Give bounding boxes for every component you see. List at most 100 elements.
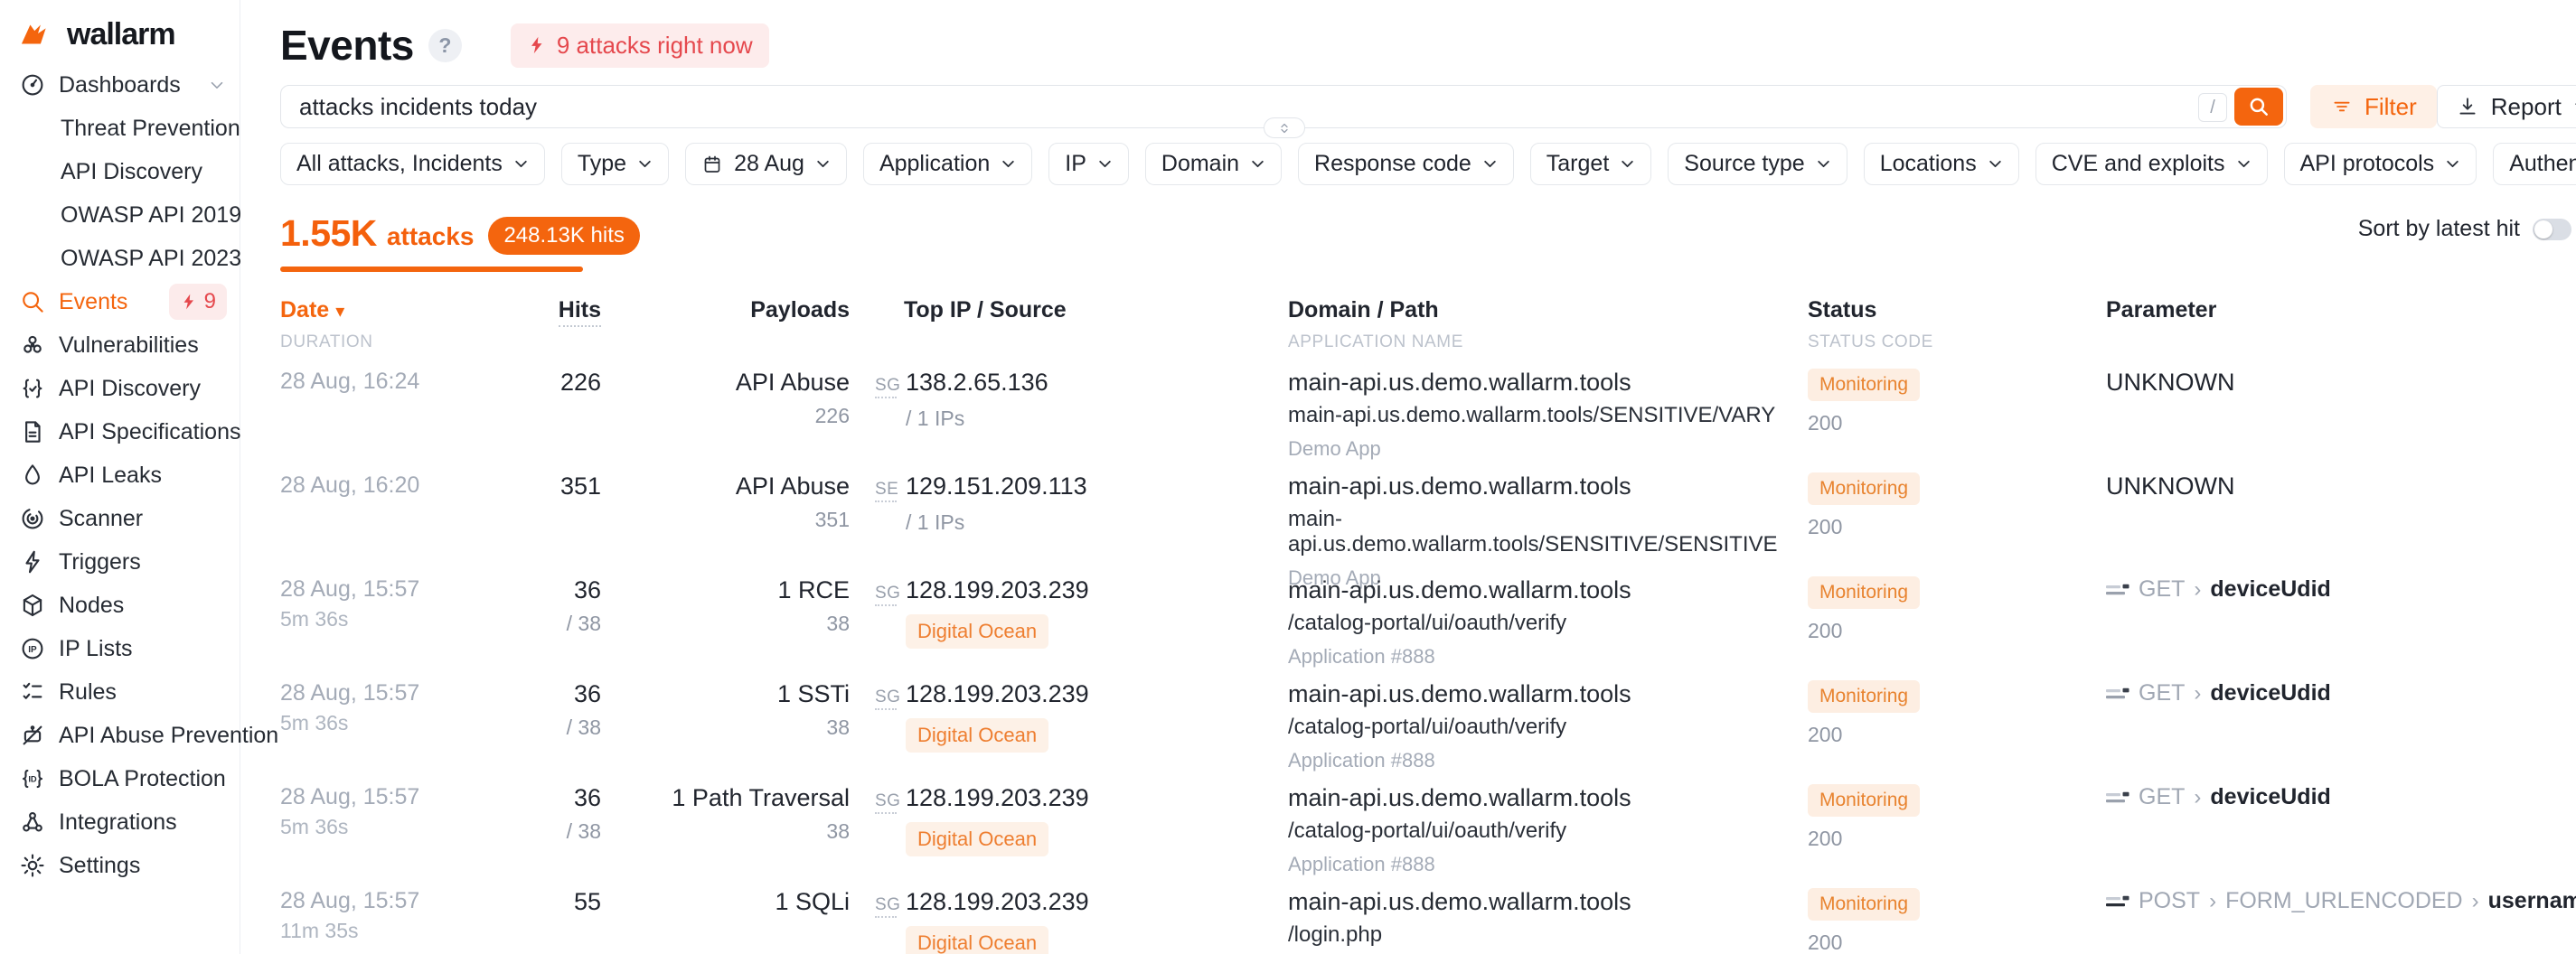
payload-count: 38 xyxy=(601,819,850,844)
payload-type: 1 Path Traversal xyxy=(601,784,850,811)
event-path: main-api.us.demo.wallarm.tools/SENSITIVE… xyxy=(1288,507,1808,557)
parameter-name: deviceUdid xyxy=(2210,680,2330,706)
sidebar: wallarm Dashboards Threat Prevention API… xyxy=(0,0,240,954)
checklist-icon xyxy=(18,678,47,706)
sidebar-item-integrations[interactable]: Integrations xyxy=(0,800,240,844)
filter-chip-response-code[interactable]: Response code xyxy=(1298,143,1514,185)
filter-chip-authentication[interactable]: Authentication xyxy=(2493,143,2576,185)
nodes-share-icon xyxy=(18,809,47,836)
biohazard-icon xyxy=(18,332,47,359)
payload-count: 226 xyxy=(601,404,850,428)
filter-chip-application[interactable]: Application xyxy=(863,143,1032,185)
report-button[interactable]: Report xyxy=(2437,85,2576,128)
sidebar-item-nodes[interactable]: Nodes xyxy=(0,584,240,627)
table-row[interactable]: 28 Aug, 15:57 5m 36s 36 / 38 1 SSTi 38 S… xyxy=(280,669,2571,773)
sidebar-item-bola-protection[interactable]: ID BOLA Protection xyxy=(0,757,240,800)
main-content: Events ? 9 attacks right now / Filter xyxy=(240,0,2576,954)
sort-by-latest-hit-toggle[interactable] xyxy=(2533,219,2571,240)
braces-check-icon xyxy=(18,375,47,402)
sidebar-item-scanner[interactable]: Scanner xyxy=(0,497,240,540)
attacks-tab[interactable]: 1.55K attacks 248.13K hits xyxy=(280,212,640,272)
filter-chip-date[interactable]: 28 Aug xyxy=(685,143,847,185)
filter-chip-domain[interactable]: Domain xyxy=(1145,143,1282,185)
ip-count-note: / 1 IPs xyxy=(906,407,1288,431)
payload-type: 1 SSTi xyxy=(601,680,850,707)
sidebar-item-threat-prevention[interactable]: Threat Prevention xyxy=(0,107,240,150)
table-row[interactable]: 28 Aug, 16:24 226 API Abuse 226 SG 138.2… xyxy=(280,358,2571,462)
filter-chip-locations[interactable]: Locations xyxy=(1864,143,2019,185)
lightning-icon xyxy=(527,34,547,56)
chevron-down-icon xyxy=(1097,156,1113,172)
status-badge: Monitoring xyxy=(1808,472,1920,505)
filter-chip-type[interactable]: Type xyxy=(561,143,669,185)
source-organization-tag: Digital Ocean xyxy=(906,926,1048,954)
sidebar-item-api-abuse-prevention[interactable]: API Abuse Prevention xyxy=(0,714,240,757)
source-ip: 128.199.203.239 xyxy=(906,576,1089,603)
hits-count: 226 xyxy=(506,369,601,396)
search-collapse-handle[interactable] xyxy=(1264,117,1305,138)
filter-button[interactable]: Filter xyxy=(2310,85,2437,128)
sidebar-item-owasp-api-2019[interactable]: OWASP API 2019 xyxy=(0,193,240,237)
sidebar-item-rules[interactable]: Rules xyxy=(0,670,240,714)
sidebar-item-owasp-api-2023[interactable]: OWASP API 2023 xyxy=(0,237,240,280)
event-duration: 11m 35s xyxy=(280,919,506,943)
active-tab-indicator xyxy=(280,267,583,272)
parameter-chain: GET deviceUdid xyxy=(2106,576,2571,603)
table-row[interactable]: 28 Aug, 15:57 5m 36s 36 / 38 1 RCE 38 SG… xyxy=(280,566,2571,669)
filter-chip-ip[interactable]: IP xyxy=(1048,143,1129,185)
event-domain: main-api.us.demo.wallarm.tools xyxy=(1288,472,1808,500)
event-date: 28 Aug, 16:24 xyxy=(280,369,506,395)
sidebar-item-api-discovery-dashboard[interactable]: API Discovery xyxy=(0,150,240,193)
cube-icon xyxy=(18,592,47,619)
sidebar-item-settings[interactable]: Settings xyxy=(0,844,240,887)
http-method: GET xyxy=(2139,784,2185,810)
source-ip: 138.2.65.136 xyxy=(906,369,1048,396)
sidebar-item-api-leaks[interactable]: API Leaks xyxy=(0,454,240,497)
chevron-down-icon xyxy=(1620,156,1635,172)
hits-count-badge: 248.13K hits xyxy=(488,217,639,255)
sidebar-item-events[interactable]: Events 9 xyxy=(0,280,240,323)
source-organization-tag: Digital Ocean xyxy=(906,822,1048,856)
payload-count: 351 xyxy=(601,508,850,532)
table-row[interactable]: 28 Aug, 15:57 11m 35s 55 1 SQLi SG 128.1… xyxy=(280,877,2571,954)
table-row[interactable]: 28 Aug, 15:57 5m 36s 36 / 38 1 Path Trav… xyxy=(280,773,2571,877)
sidebar-item-ip-lists[interactable]: IP IP Lists xyxy=(0,627,240,670)
filter-chip-api-protocols[interactable]: API protocols xyxy=(2284,143,2477,185)
svg-text:ID: ID xyxy=(28,775,37,784)
source-organization-tag: Digital Ocean xyxy=(906,718,1048,753)
sidebar-item-vulnerabilities[interactable]: Vulnerabilities xyxy=(0,323,240,367)
parameter-location-icon xyxy=(2106,893,2129,910)
column-header-source: Top IP / Source xyxy=(904,297,1288,323)
event-parameter: UNKNOWN xyxy=(2106,472,2571,500)
help-icon[interactable]: ? xyxy=(428,29,462,62)
table-row[interactable]: 28 Aug, 16:20 351 API Abuse 351 SE 129.1… xyxy=(280,462,2571,566)
column-header-date[interactable]: Date xyxy=(280,297,506,323)
event-duration: 5m 36s xyxy=(280,815,506,839)
filter-chip-target[interactable]: Target xyxy=(1530,143,1651,185)
column-subheader-status-code: STATUS CODE xyxy=(1808,332,2106,352)
search-toolbar: / Filter Report xyxy=(280,85,2571,130)
filter-chip-mode[interactable]: All attacks, Incidents xyxy=(280,143,545,185)
http-method: GET xyxy=(2139,680,2185,706)
sort-label: Sort by latest hit xyxy=(2358,216,2520,242)
sort-control: Sort by latest hit xyxy=(2358,216,2571,242)
chevron-down-icon xyxy=(2445,156,2460,172)
chevron-down-icon xyxy=(815,156,831,172)
search-icon xyxy=(18,288,47,315)
hits-total: / 38 xyxy=(506,819,601,844)
sidebar-item-api-discovery[interactable]: API Discovery xyxy=(0,367,240,410)
expand-collapse-icon xyxy=(1276,120,1293,136)
sidebar-item-triggers[interactable]: Triggers xyxy=(0,540,240,584)
search-button[interactable] xyxy=(2234,88,2283,126)
chevron-right-icon xyxy=(2194,577,2201,603)
droplet-icon xyxy=(18,462,47,489)
search-icon xyxy=(2247,95,2270,118)
filter-chip-cve-exploits[interactable]: CVE and exploits xyxy=(2035,143,2268,185)
event-domain: main-api.us.demo.wallarm.tools xyxy=(1288,784,1808,811)
brand-logo[interactable]: wallarm xyxy=(0,0,240,52)
filter-chip-source-type[interactable]: Source type xyxy=(1668,143,1847,185)
attacks-right-now-badge[interactable]: 9 attacks right now xyxy=(511,23,769,68)
sidebar-item-dashboards[interactable]: Dashboards xyxy=(0,63,240,107)
column-header-hits[interactable]: Hits xyxy=(559,297,601,327)
sidebar-item-api-specifications[interactable]: API Specifications xyxy=(0,410,240,454)
